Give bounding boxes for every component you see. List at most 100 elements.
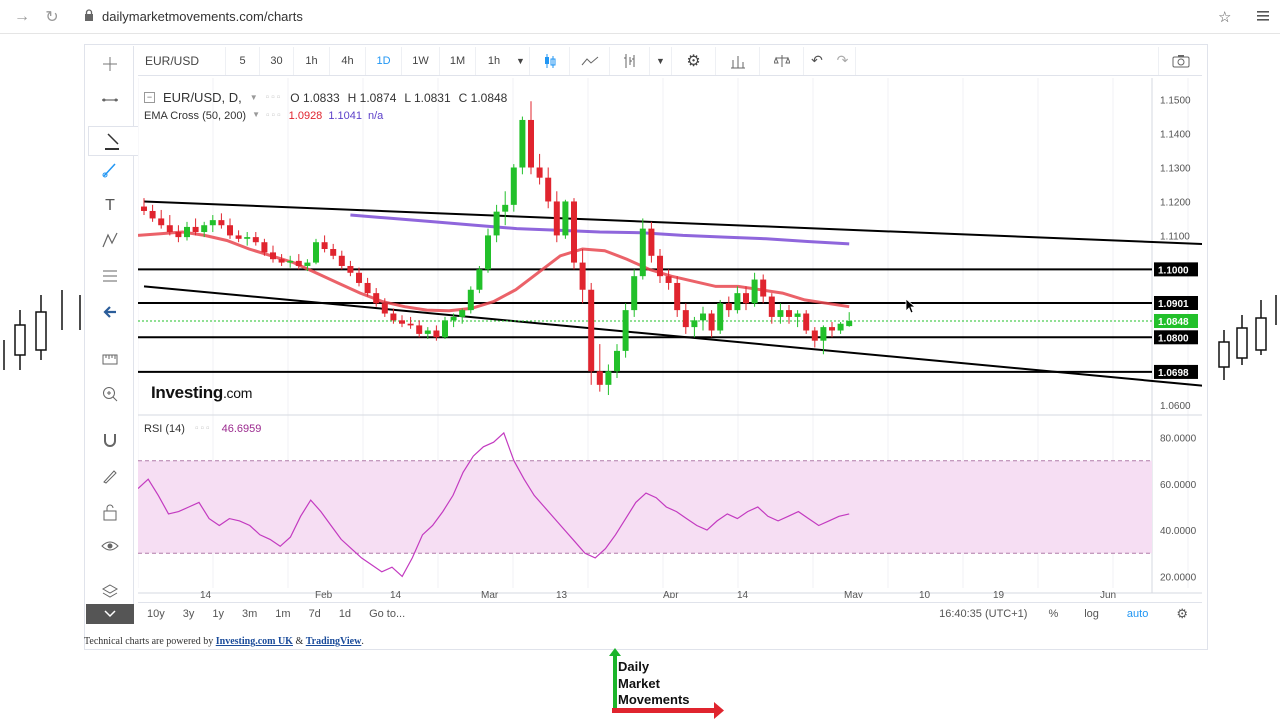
candle-body [674, 282, 681, 311]
ema-settings-icons[interactable]: ▫▫▫ [266, 110, 283, 122]
undo-icon[interactable]: ↶ [804, 47, 830, 75]
interval-30[interactable]: 30 [260, 46, 294, 75]
candle-body [433, 330, 440, 338]
candle-body [459, 310, 466, 317]
clock-time[interactable]: 16:40:35 (UTC+1) [930, 608, 1036, 620]
camera-icon[interactable] [1158, 46, 1202, 75]
trend-line-icon[interactable] [98, 88, 122, 112]
draw-mode-icon[interactable] [98, 464, 122, 488]
range-10y[interactable]: 10y [138, 608, 174, 620]
measure-icon[interactable] [98, 346, 122, 370]
candle-body [476, 269, 483, 290]
candle-body [166, 225, 173, 233]
ema-slow-value: 1.1041 [328, 110, 362, 122]
time-tick-label: 13 [556, 590, 568, 598]
reload-icon[interactable]: ↻ [40, 5, 64, 29]
footer-amp: & [292, 636, 306, 647]
range-1d[interactable]: 1d [330, 608, 360, 620]
rsi-label: RSI (14) [144, 423, 185, 435]
price-chart[interactable]: 80.0000 60.0000 40.0000 20.0000 1.1500 1.140… [138, 78, 1202, 598]
interval-4h[interactable]: 4h [330, 46, 366, 75]
url-bar[interactable]: dailymarketmovements.com/charts [102, 9, 303, 24]
candle-body [227, 225, 233, 236]
candle-body [571, 201, 577, 263]
percent-toggle[interactable]: % [1036, 608, 1070, 620]
auto-toggle[interactable]: auto [1113, 608, 1162, 620]
legend-chevron-icon[interactable]: ▼ [250, 93, 258, 102]
candle-body [270, 252, 276, 260]
candle-body [209, 220, 216, 226]
candle-body [321, 242, 328, 249]
balance-icon[interactable] [760, 46, 804, 75]
legend-collapse-icon[interactable]: − [144, 92, 155, 103]
legend-settings-icons[interactable]: ▫▫▫ [266, 92, 283, 103]
tradingview-link[interactable]: TradingView [306, 636, 362, 647]
forward-arrow-icon[interactable]: → [10, 5, 34, 29]
time-tick-label: 10 [919, 590, 931, 598]
menu-icon[interactable] [1256, 9, 1270, 23]
ema-chevron-icon[interactable]: ▼ [252, 110, 260, 122]
time-tick-label: Feb [315, 590, 333, 598]
candle-body [562, 201, 569, 236]
range-1m[interactable]: 1m [266, 608, 299, 620]
interval-1m[interactable]: 1M [440, 46, 476, 75]
interval-dropdown[interactable]: 1h [476, 47, 512, 75]
log-toggle[interactable]: log [1070, 608, 1113, 620]
interval-chevron-icon[interactable]: ▼ [512, 46, 530, 75]
redo-icon[interactable]: ↷ [830, 46, 856, 75]
candle-body [837, 323, 844, 331]
candle-body [201, 225, 208, 233]
collapse-toolbar-icon[interactable] [86, 604, 134, 624]
interval-1w[interactable]: 1W [402, 46, 440, 75]
time-tick-label: 14 [200, 590, 212, 598]
range-7d[interactable]: 7d [300, 608, 330, 620]
crosshair-icon[interactable] [98, 52, 122, 76]
candle-body [149, 210, 156, 219]
symbol-search[interactable]: EUR/USD [138, 46, 226, 75]
text-tool-icon[interactable]: T [98, 194, 122, 218]
rsi-settings-icons[interactable]: ▫▫▫ [195, 423, 212, 435]
candle-body [605, 371, 612, 385]
interval-1h[interactable]: 1h [294, 46, 330, 75]
candles-type-icon[interactable] [530, 46, 570, 75]
fib-tool-icon[interactable] [98, 264, 122, 288]
settings-gear-icon[interactable]: ⚙ [672, 46, 716, 75]
back-arrow-icon[interactable] [98, 300, 122, 324]
bookmark-star-icon[interactable]: ☆ [1218, 8, 1231, 26]
magnet-icon[interactable] [98, 428, 122, 452]
line-type-icon[interactable] [570, 46, 610, 75]
lock-drawings-icon[interactable] [98, 500, 122, 524]
pattern-tool-icon[interactable] [98, 228, 122, 252]
layers-icon[interactable] [98, 580, 122, 604]
mouse-cursor-icon [905, 298, 917, 314]
candle-body [338, 255, 345, 266]
investing-link[interactable]: Investing.com UK [216, 636, 293, 647]
footer-suffix: . [361, 636, 364, 647]
candle-body [175, 232, 182, 238]
candle-body [467, 289, 474, 311]
zoom-in-icon[interactable] [98, 382, 122, 406]
price-tick-label: 1.1100 [1160, 231, 1190, 242]
candle-body [734, 293, 741, 311]
range-3m[interactable]: 3m [233, 608, 266, 620]
compare-icon[interactable] [716, 46, 760, 75]
candle-body [390, 313, 397, 321]
range-3y[interactable]: 3y [174, 608, 204, 620]
eye-icon[interactable] [98, 534, 122, 558]
candle-body [244, 237, 251, 239]
type-chevron-icon[interactable]: ▼ [650, 46, 672, 75]
indicators-icon[interactable] [610, 46, 650, 75]
price-tick-label: 1.1500 [1160, 96, 1191, 107]
candle-body [700, 313, 706, 321]
candle-body [424, 330, 431, 334]
interval-1d[interactable]: 1D [366, 46, 402, 75]
interval-5[interactable]: 5 [226, 46, 260, 75]
brush-icon[interactable] [98, 158, 122, 182]
range-1y[interactable]: 1y [203, 608, 233, 620]
rsi-tick-label: 20.0000 [1160, 572, 1197, 583]
candle-body [682, 310, 689, 328]
bottom-settings-gear-icon[interactable]: ⚙ [1162, 606, 1202, 622]
candle-body [768, 296, 775, 317]
go-to-date[interactable]: Go to... [360, 608, 414, 620]
candle-body [450, 316, 457, 321]
